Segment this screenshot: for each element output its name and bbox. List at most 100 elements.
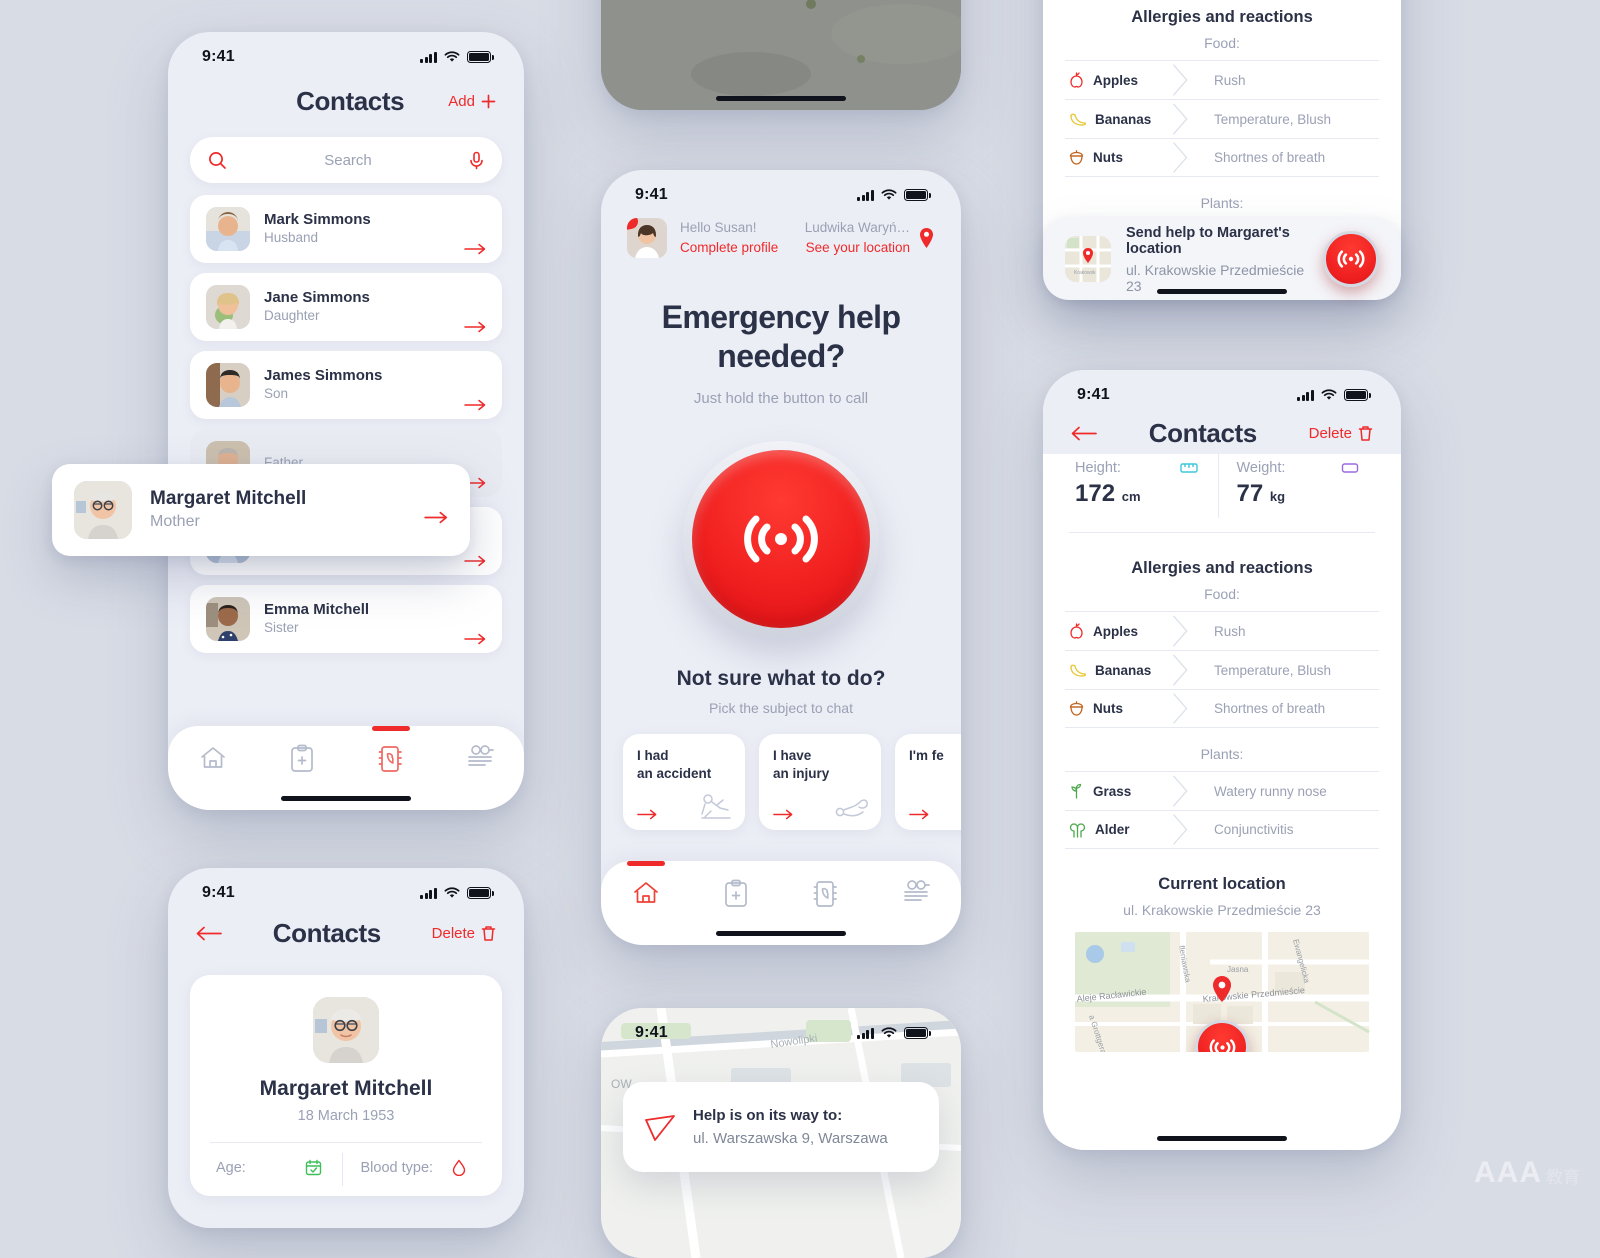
tab-settings[interactable]	[452, 744, 508, 770]
home-indicator	[1157, 1136, 1287, 1141]
food-allergy-table: Apples Rush Bananas Temperature, Blush N…	[1065, 611, 1379, 728]
field-label: Age:	[216, 1159, 246, 1176]
metric-unit: kg	[1269, 489, 1286, 504]
home-icon	[200, 747, 225, 768]
chat-card-line1: I'm fe	[909, 748, 944, 764]
delete-label: Delete	[431, 925, 475, 942]
search-input[interactable]: Search	[190, 137, 502, 183]
allergen-reaction: Shortnes of breath	[1214, 150, 1326, 165]
complete-profile-link[interactable]: Complete profile	[680, 238, 778, 258]
table-row: Apples Rush	[1065, 60, 1379, 99]
help-on-way-card[interactable]: Help is on its way to: ul. Warszawska 9,…	[623, 1082, 939, 1172]
home-indicator	[716, 96, 846, 101]
arrow-left-icon[interactable]	[196, 926, 222, 941]
allergen-name: Apples	[1093, 623, 1139, 639]
medical-clipboard-icon	[290, 744, 313, 772]
allergen-reaction: Shortnes of breath	[1214, 701, 1326, 716]
arrow-right-icon[interactable]	[773, 809, 793, 820]
watermark: AAA 教育	[1474, 1158, 1580, 1188]
tab-medical-card[interactable]	[274, 744, 330, 774]
contacts-book-icon	[378, 746, 402, 772]
contact-detail-phone: Height: 172 cm Weight: 77 kg Allergies a…	[1043, 370, 1401, 1150]
contact-name: Jane Simmons	[264, 288, 370, 306]
contacts-book-icon	[813, 881, 837, 907]
field-age: Age:	[206, 1153, 342, 1186]
contacts-list-phone: 9:41 Contacts Add Search Mark Simmons Hu…	[168, 32, 524, 810]
metric-value: 77 kg	[1236, 480, 1286, 507]
plants-label: Plants:	[1200, 746, 1244, 762]
profile-greeting[interactable]: Hello Susan! Complete profile	[627, 218, 778, 258]
metric-weight: Weight: 77 kg	[1217, 454, 1380, 518]
page-title: Emergency help needed?	[661, 299, 901, 375]
contact-name: Mark Simmons	[264, 210, 371, 228]
floating-contact-card[interactable]: Margaret Mitchell Mother	[52, 464, 470, 556]
tab-contacts[interactable]	[363, 726, 419, 774]
location-widget[interactable]: Ludwika Waryń… See your location	[805, 218, 935, 257]
help-address: ul. Warszawska 9, Warszawa	[693, 1130, 888, 1147]
send-help-card[interactable]: Krakowsk Send help to Margaret's locatio…	[1043, 218, 1401, 300]
location-map[interactable]: Aleje Racławickie Krakowskie Przedmieści…	[1065, 932, 1379, 1052]
page-title: Contacts	[272, 918, 381, 948]
arrow-right-icon[interactable]	[464, 633, 486, 645]
add-contact-button[interactable]: Add	[448, 93, 496, 110]
cellular-signal-icon	[1297, 389, 1314, 401]
tab-contacts[interactable]	[798, 879, 854, 909]
see-location-link[interactable]: See your location	[805, 238, 910, 258]
tab-home[interactable]	[618, 861, 674, 907]
chat-card-feeling[interactable]: I'm fe	[895, 734, 961, 831]
location-street: Ludwika Waryń…	[804, 220, 910, 236]
section-title: Allergies and reactions	[1131, 8, 1313, 26]
tab-home[interactable]	[185, 744, 241, 772]
delete-label: Delete	[1308, 425, 1352, 442]
metrics-row: Height: 172 cm Weight: 77 kg	[1065, 454, 1379, 518]
delete-button[interactable]: Delete	[1309, 425, 1373, 442]
banana-icon	[1070, 113, 1086, 126]
arrow-right-icon[interactable]	[464, 399, 486, 411]
arrow-right-icon[interactable]	[464, 555, 486, 567]
arrow-right-icon[interactable]	[424, 511, 448, 524]
chevron-right-icon	[1173, 142, 1188, 173]
medical-clipboard-icon	[725, 879, 747, 907]
contact-name: Margaret Mitchell	[150, 488, 307, 510]
nut-icon	[1069, 700, 1084, 716]
chat-card-line2: an accident	[637, 765, 712, 781]
arrow-right-icon[interactable]	[909, 809, 929, 820]
home-indicator	[716, 931, 846, 936]
chat-card-injury[interactable]: I have an injury	[759, 734, 881, 831]
avatar	[313, 997, 379, 1063]
cellular-signal-icon	[420, 887, 437, 899]
sos-broadcast-icon	[1337, 250, 1365, 268]
calendar-check-icon	[305, 1159, 321, 1176]
list-item[interactable]: Jane Simmons Daughter	[190, 273, 502, 341]
profile-card: Margaret Mitchell 18 March 1953 Age: Blo…	[190, 975, 502, 1196]
nut-icon	[1069, 149, 1084, 165]
status-time: 9:41	[1077, 386, 1110, 403]
arrow-right-icon[interactable]	[464, 243, 486, 255]
chevron-right-icon	[1172, 615, 1188, 647]
sos-button[interactable]	[1323, 231, 1379, 287]
navigation-arrow-icon	[645, 1115, 675, 1141]
greeting-text: Hello Susan!	[680, 220, 757, 236]
chat-card-line2: an injury	[773, 765, 830, 781]
microphone-icon[interactable]	[469, 151, 484, 170]
chat-card-accident[interactable]: I had an accident	[623, 734, 745, 831]
arrow-right-icon[interactable]	[637, 809, 657, 820]
contact-role: Daughter	[264, 308, 320, 324]
injury-person-icon	[835, 799, 868, 817]
status-time: 9:41	[635, 186, 668, 203]
arrow-left-icon[interactable]	[1071, 426, 1097, 441]
list-item[interactable]: James Simmons Son	[190, 351, 502, 419]
arrow-right-icon[interactable]	[464, 321, 486, 333]
tab-medical-card[interactable]	[708, 879, 764, 909]
sos-button[interactable]	[683, 441, 879, 638]
list-item[interactable]: Emma Mitchell Sister	[190, 585, 502, 653]
delete-button[interactable]: Delete	[432, 925, 496, 942]
search-placeholder: Search	[324, 151, 372, 169]
allergen-reaction: Temperature, Blush	[1214, 111, 1332, 127]
allergen-name: Bananas	[1095, 111, 1152, 127]
watermark-cjk: 教育	[1546, 1168, 1580, 1187]
tab-settings[interactable]	[888, 879, 944, 905]
chevron-right-icon	[1172, 103, 1188, 135]
avatar	[206, 285, 250, 329]
list-item[interactable]: Mark Simmons Husband	[190, 195, 502, 263]
